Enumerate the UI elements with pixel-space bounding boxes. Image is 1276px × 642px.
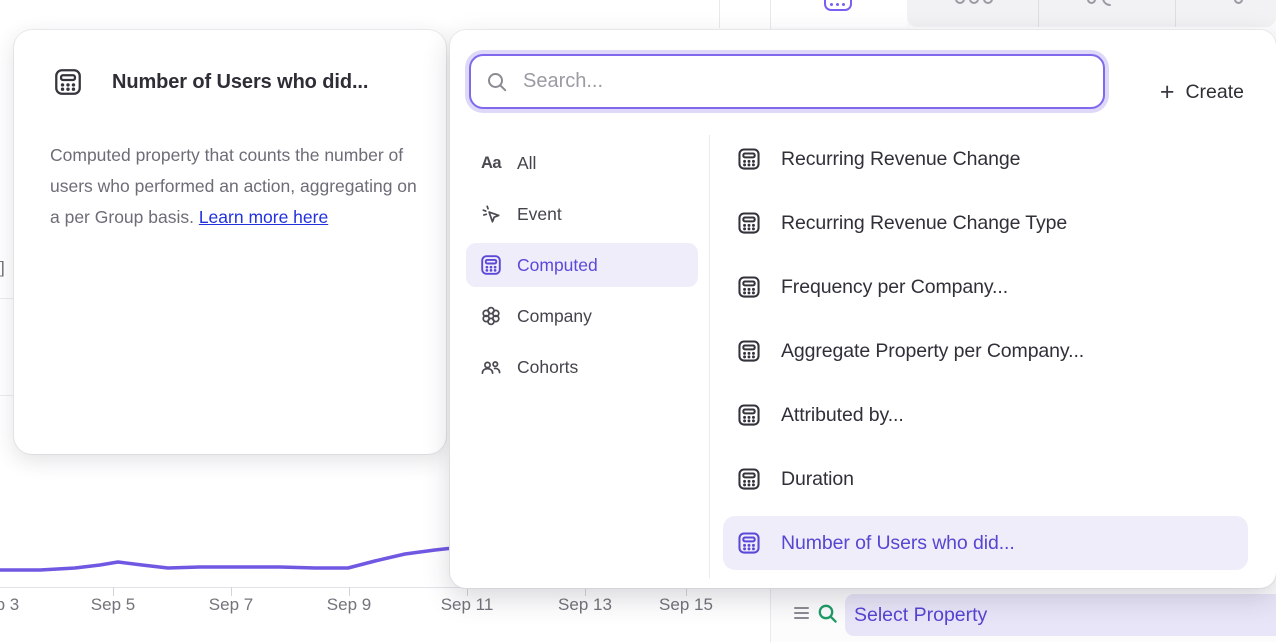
drag-handle-icon[interactable]: [794, 607, 811, 623]
category-event[interactable]: Event: [466, 192, 698, 236]
calculator-icon: [735, 146, 762, 173]
x-axis-tick-label: Sep 5: [91, 595, 135, 615]
property-select-dropdown: + Create Aa All Event Computed Company Cohort…: [450, 30, 1276, 588]
property-tooltip-card: Number of Users who did... Computed prop…: [14, 30, 446, 454]
category-label: Company: [517, 306, 592, 327]
property-option-label: Aggregate Property per Company...: [781, 340, 1084, 363]
category-label: Cohorts: [517, 357, 578, 378]
content-divider: [719, 0, 720, 28]
calculator-icon: [735, 338, 762, 365]
covered-ui-fragment: ]: [0, 258, 12, 278]
property-option[interactable]: Aggregate Property per Company...: [723, 324, 1248, 378]
x-axis-tick-label: Sep 13: [558, 595, 612, 615]
x-axis-tick-label: Sep 3: [0, 595, 19, 615]
property-option[interactable]: Recurring Revenue Change Type: [723, 196, 1248, 250]
create-button-label: Create: [1185, 81, 1244, 104]
calculator-icon: [52, 66, 84, 98]
x-axis-tick-label: Sep 15: [659, 595, 713, 615]
tooltip-title: Number of Users who did...: [112, 71, 368, 94]
single-circle-icon: [1234, 0, 1243, 4]
property-option-label: Duration: [781, 468, 854, 491]
tooltip-description: Computed property that counts the number…: [50, 140, 418, 233]
tab-chart-2[interactable]: [907, 0, 1030, 27]
covered-ui-line: [0, 298, 14, 299]
cohorts-icon: [479, 355, 503, 379]
property-option[interactable]: Number of Users who did...: [723, 516, 1248, 570]
property-option-label: Frequency per Company...: [781, 276, 1008, 299]
learn-more-link[interactable]: Learn more here: [199, 207, 328, 227]
search-box[interactable]: [469, 54, 1105, 109]
category-computed[interactable]: Computed: [466, 243, 698, 287]
select-property-field[interactable]: Select Property: [845, 594, 1276, 636]
category-all[interactable]: Aa All: [466, 141, 698, 185]
event-cursor-icon: [479, 202, 503, 226]
property-option-label: Recurring Revenue Change: [781, 148, 1020, 171]
app-root: Sep 3 Sep 5 Sep 7 Sep 9 Sep 11 Sep 13 Sep 15 ]…: [0, 0, 1276, 642]
category-company[interactable]: Company: [466, 294, 698, 338]
calculator-icon: [735, 530, 762, 557]
tab-chart-3[interactable]: [1039, 0, 1162, 27]
x-axis-tick-label: Sep 7: [209, 595, 253, 615]
property-option[interactable]: Recurring Revenue Change: [723, 132, 1248, 186]
category-label: Computed: [517, 255, 598, 276]
property-list: Recurring Revenue Change Recurring Revenu…: [723, 132, 1248, 580]
aa-text-icon: Aa: [479, 151, 503, 175]
chart-type-tabstrip: [771, 0, 1276, 27]
green-search-icon: [816, 602, 840, 626]
category-cohorts[interactable]: Cohorts: [466, 345, 698, 389]
property-option[interactable]: Duration: [723, 452, 1248, 506]
panel-divider: [709, 135, 710, 578]
category-label: All: [517, 153, 536, 174]
x-axis-tick-label: Sep 9: [327, 595, 371, 615]
circle-arc-icon: [1099, 0, 1122, 9]
covered-ui-line: [0, 395, 14, 396]
property-option[interactable]: Attributed by...: [723, 388, 1248, 442]
rounded-square-dots-icon: [824, 0, 852, 11]
x-axis-tick-label: Sep 11: [441, 595, 494, 615]
calculator-icon: [735, 466, 762, 493]
search-icon: [485, 70, 509, 94]
calculator-icon: [735, 210, 762, 237]
property-option[interactable]: Frequency per Company...: [723, 260, 1248, 314]
calculator-icon: [735, 274, 762, 301]
tooltip-header: Number of Users who did...: [52, 66, 368, 98]
category-label: Event: [517, 204, 562, 225]
three-circles-icon: [955, 0, 965, 4]
property-option-label: Attributed by...: [781, 404, 904, 427]
category-list: Aa All Event Computed Company Cohorts: [466, 141, 698, 396]
circle-arc-icon: [1087, 0, 1096, 4]
property-option-label: Recurring Revenue Change Type: [781, 212, 1067, 235]
three-circles-icon: [983, 0, 993, 4]
property-option-label: Number of Users who did...: [781, 532, 1015, 555]
plus-icon: +: [1160, 80, 1175, 105]
company-icon: [479, 304, 503, 328]
select-property-label: Select Property: [845, 604, 987, 627]
calculator-icon: [479, 253, 503, 277]
tab-chart-4[interactable]: [1176, 0, 1276, 27]
three-circles-icon: [969, 0, 979, 4]
create-button[interactable]: + Create: [1160, 72, 1244, 112]
search-input[interactable]: [521, 69, 1089, 94]
calculator-icon: [735, 402, 762, 429]
tab-chart-active[interactable]: [771, 0, 907, 27]
tab-group: [907, 0, 1276, 27]
